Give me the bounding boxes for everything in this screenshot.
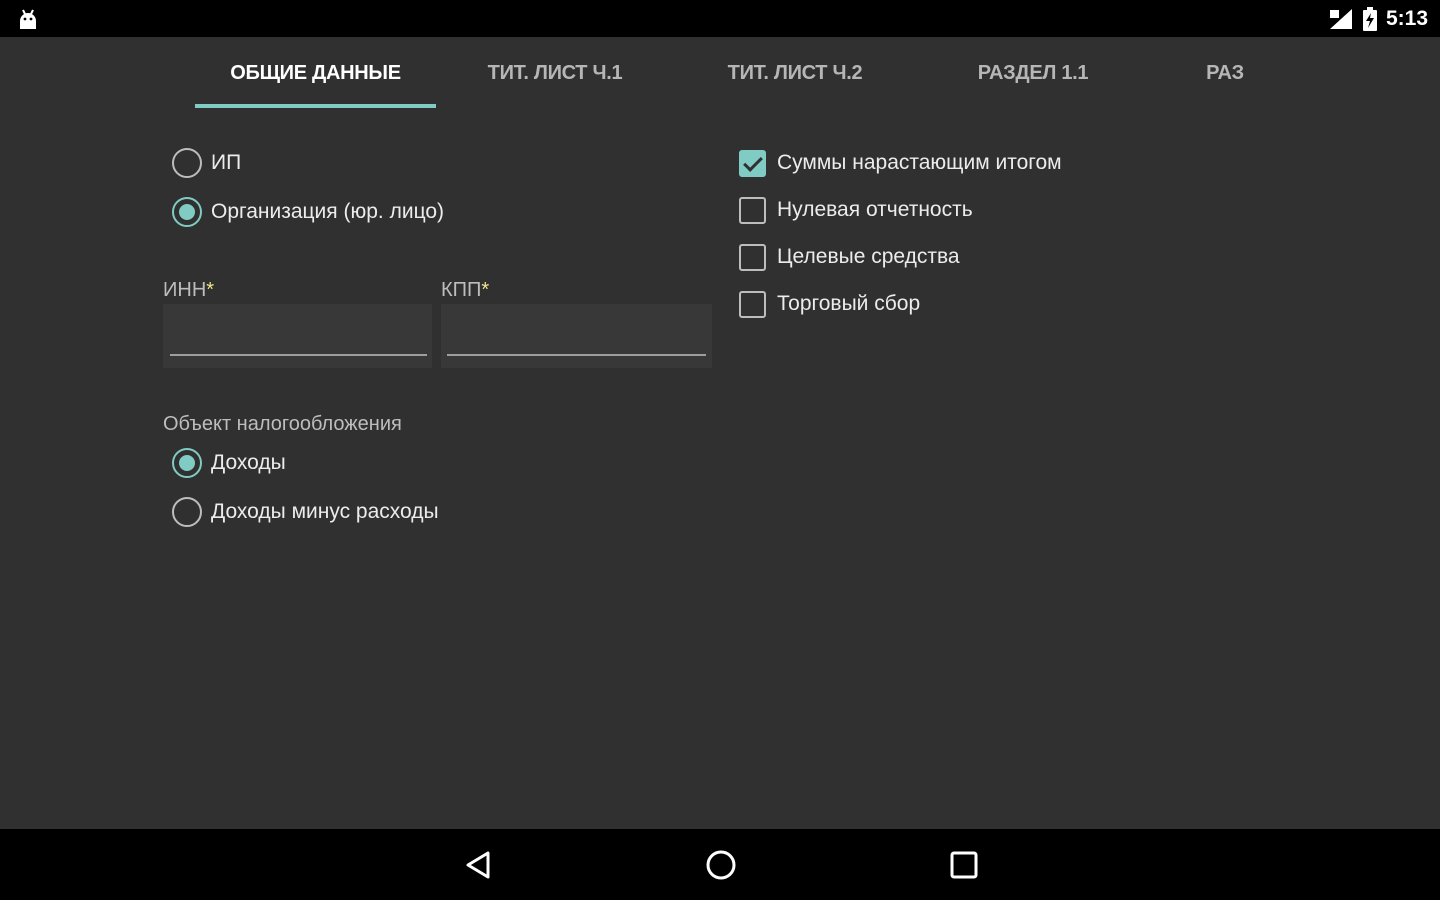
- active-tab-indicator: [195, 104, 436, 108]
- required-mark: *: [481, 279, 490, 301]
- home-icon[interactable]: [703, 847, 739, 883]
- checkbox-cumulative-totals[interactable]: Суммы нарастающим итогом: [739, 146, 1062, 180]
- radio-individual-entrepreneur[interactable]: ИП: [172, 145, 241, 181]
- checkbox-trade-fee[interactable]: Торговый сбор: [739, 287, 920, 321]
- status-icons: 5:13: [1328, 6, 1428, 32]
- kpp-underline: [447, 354, 706, 356]
- radio-label: Организация (юр. лицо): [211, 200, 445, 223]
- radio-circle-checked-icon[interactable]: [172, 448, 202, 478]
- tab-general-data[interactable]: ОБЩИЕ ДАННЫЕ: [195, 37, 436, 109]
- checkbox-icon[interactable]: [739, 196, 766, 224]
- signal-icon: [1329, 9, 1352, 29]
- required-mark: *: [206, 279, 215, 301]
- checkbox-label: Суммы нарастающим итогом: [777, 151, 1062, 174]
- recents-icon[interactable]: [946, 847, 982, 883]
- radio-circle-icon[interactable]: [172, 497, 202, 527]
- back-icon[interactable]: [461, 847, 497, 883]
- status-bar: 5:13: [0, 0, 1440, 37]
- tab-bar: ОБЩИЕ ДАННЫЕ ТИТ. ЛИСТ Ч.1 ТИТ. ЛИСТ Ч.2…: [0, 37, 1440, 109]
- kpp-label: КПП*: [441, 279, 490, 301]
- tab-section-1-1[interactable]: РАЗДЕЛ 1.1: [916, 37, 1150, 109]
- checkbox-checked-icon[interactable]: [739, 149, 766, 177]
- android-notification-icon: [20, 9, 36, 29]
- inn-label: ИНН*: [163, 279, 215, 301]
- checkbox-zero-report[interactable]: Нулевая отчетность: [739, 193, 973, 227]
- radio-label: Доходы минус расходы: [211, 500, 439, 523]
- radio-income-minus-expenses[interactable]: Доходы минус расходы: [172, 494, 439, 530]
- navigation-bar: [0, 829, 1440, 900]
- tab-title-page-1[interactable]: ТИТ. ЛИСТ Ч.1: [436, 37, 674, 109]
- checkbox-label: Торговый сбор: [777, 292, 921, 315]
- checkbox-icon[interactable]: [739, 290, 766, 318]
- checkbox-label: Нулевая отчетность: [777, 198, 973, 221]
- radio-label: Доходы: [211, 451, 286, 474]
- kpp-input[interactable]: [441, 304, 712, 368]
- radio-label: ИП: [211, 151, 242, 174]
- radio-circle-checked-icon[interactable]: [172, 197, 202, 227]
- inn-input[interactable]: [163, 304, 432, 368]
- radio-organization[interactable]: Организация (юр. лицо): [172, 194, 444, 230]
- checkbox-icon[interactable]: [739, 243, 766, 271]
- battery-icon: [1362, 7, 1377, 31]
- checkbox-target-funds[interactable]: Целевые средства: [739, 240, 960, 274]
- clock: 5:13: [1385, 7, 1428, 30]
- tax-object-label: Объект налогообложения: [163, 413, 402, 435]
- radio-circle-icon[interactable]: [172, 148, 202, 178]
- checkbox-label: Целевые средства: [777, 245, 960, 268]
- tab-section-partial[interactable]: РАЗ: [1150, 37, 1300, 109]
- tab-title-page-2[interactable]: ТИТ. ЛИСТ Ч.2: [674, 37, 916, 109]
- inn-underline: [170, 354, 427, 356]
- radio-income[interactable]: Доходы: [172, 445, 286, 481]
